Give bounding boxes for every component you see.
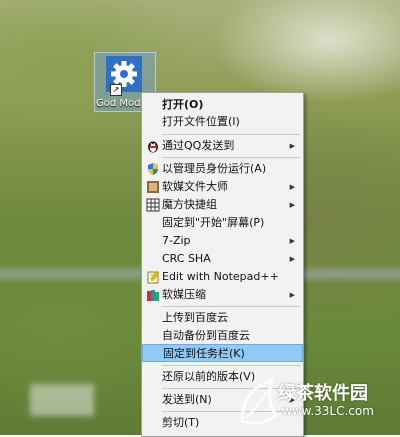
menu-item-label: CRC SHA [162, 252, 211, 265]
submenu-arrow-icon: ▶ [289, 201, 295, 209]
menu-separator [162, 365, 300, 366]
menu-item-label: 7-Zip [162, 234, 191, 247]
submenu-arrow-icon: ▶ [289, 291, 295, 299]
menu-separator [162, 134, 300, 135]
ruanmei-file-icon [147, 181, 159, 193]
menu-item-label: 魔方快捷组 [162, 198, 217, 211]
menu-item-ruanmei-compress[interactable]: 软媒压缩 ▶ [142, 286, 303, 304]
shortcut-arrow-icon: ↗ [110, 84, 122, 96]
menu-item-pin-to-start[interactable]: 固定到"开始"屏幕(P) [142, 214, 303, 232]
menu-item-run-as-admin[interactable]: 以管理员身份运行(A) [142, 160, 303, 178]
menu-item-label: 自动备份到百度云 [162, 329, 250, 342]
watermark-url: www.33LC.com [282, 404, 374, 418]
menu-separator [162, 306, 300, 307]
uac-shield-icon [148, 163, 158, 175]
menu-item-pin-to-taskbar[interactable]: 固定到任务栏(K) [142, 344, 303, 362]
submenu-arrow-icon: ▶ [289, 237, 295, 245]
desktop-icon-label: God Mod [96, 98, 141, 109]
menu-item-label: 发送到(N) [162, 393, 212, 406]
menu-item-label: 打开文件位置(I) [162, 115, 240, 128]
menu-separator [162, 157, 300, 158]
menu-item-ruanmei-file-master[interactable]: 软媒文件大师 ▶ [142, 178, 303, 196]
menu-item-send-via-qq[interactable]: 通过QQ发送到 ▶ [142, 137, 303, 155]
menu-item-label: 软媒压缩 [162, 288, 206, 301]
menu-item-auto-backup-baidu-cloud[interactable]: 自动备份到百度云 [142, 327, 303, 345]
archive-books-icon [147, 290, 159, 301]
menu-item-label: 上传到百度云 [162, 311, 228, 324]
qq-penguin-icon [148, 141, 158, 153]
menu-item-open-file-location[interactable]: 打开文件位置(I) [142, 113, 303, 131]
grid-icon [146, 198, 160, 212]
menu-item-upload-baidu-cloud[interactable]: 上传到百度云 [142, 309, 303, 327]
menu-item-label: 以管理员身份运行(A) [162, 162, 267, 175]
menu-item-label: 剪切(T) [162, 416, 200, 429]
menu-item-label: 打开(O) [162, 98, 204, 111]
submenu-arrow-icon: ▶ [289, 183, 295, 191]
notepad-plus-icon [147, 271, 159, 284]
blurred-region [30, 384, 94, 416]
menu-item-edit-with-notepad-plus[interactable]: Edit with Notepad++ [142, 268, 303, 286]
menu-item-label: 软媒文件大师 [162, 180, 228, 193]
submenu-arrow-icon: ▶ [289, 255, 295, 263]
menu-item-label: 通过QQ发送到 [162, 139, 235, 152]
menu-item-7zip[interactable]: 7-Zip ▶ [142, 232, 303, 250]
menu-item-label: Edit with Notepad++ [162, 270, 279, 283]
menu-item-crc-sha[interactable]: CRC SHA ▶ [142, 250, 303, 268]
menu-item-label: 固定到"开始"屏幕(P) [162, 216, 265, 229]
submenu-arrow-icon: ▶ [289, 142, 295, 150]
menu-item-mofang-shortcut-group[interactable]: 魔方快捷组 ▶ [142, 196, 303, 214]
menu-item-open[interactable]: 打开(O) [142, 96, 303, 114]
watermark-name: 绿茶软件园 [278, 383, 368, 404]
menu-item-label: 固定到任务栏(K) [163, 347, 245, 360]
